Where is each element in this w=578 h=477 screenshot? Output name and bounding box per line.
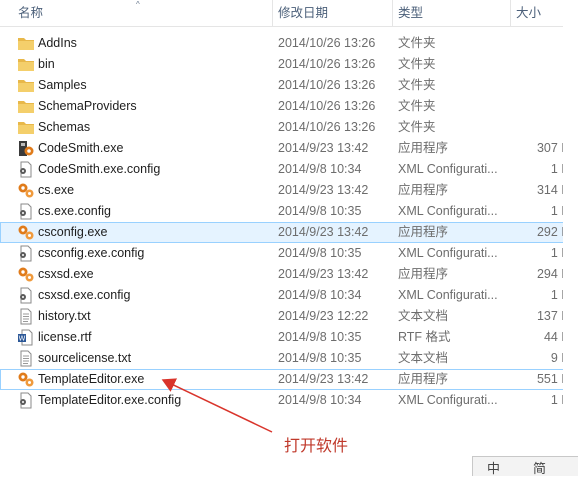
annotation-arrow	[161, 378, 273, 433]
vertical-scrollbar[interactable]	[563, 26, 578, 476]
ime-script-label[interactable]: 简	[533, 458, 546, 477]
annotation-label: 打开软件	[284, 436, 349, 455]
ime-mode-label[interactable]: 中	[487, 458, 500, 477]
ime-status-bar[interactable]: 中 简	[472, 456, 578, 477]
